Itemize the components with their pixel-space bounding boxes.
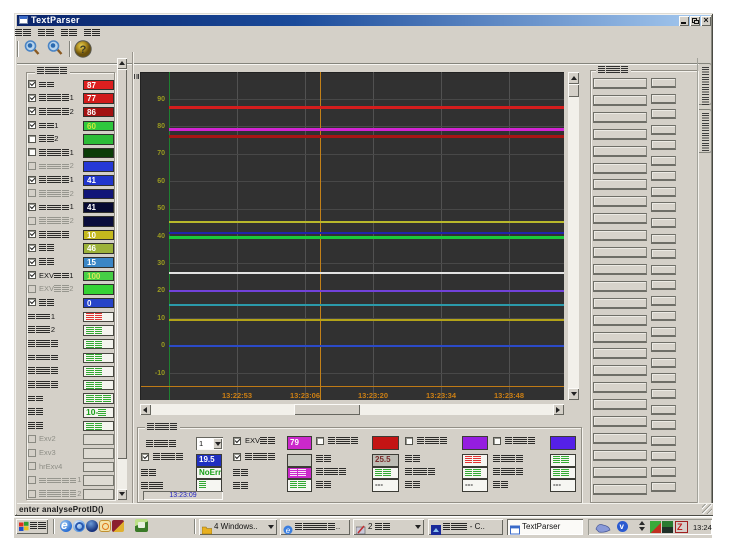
svg-text:e: e — [286, 526, 291, 535]
svg-text:?: ? — [80, 44, 87, 56]
